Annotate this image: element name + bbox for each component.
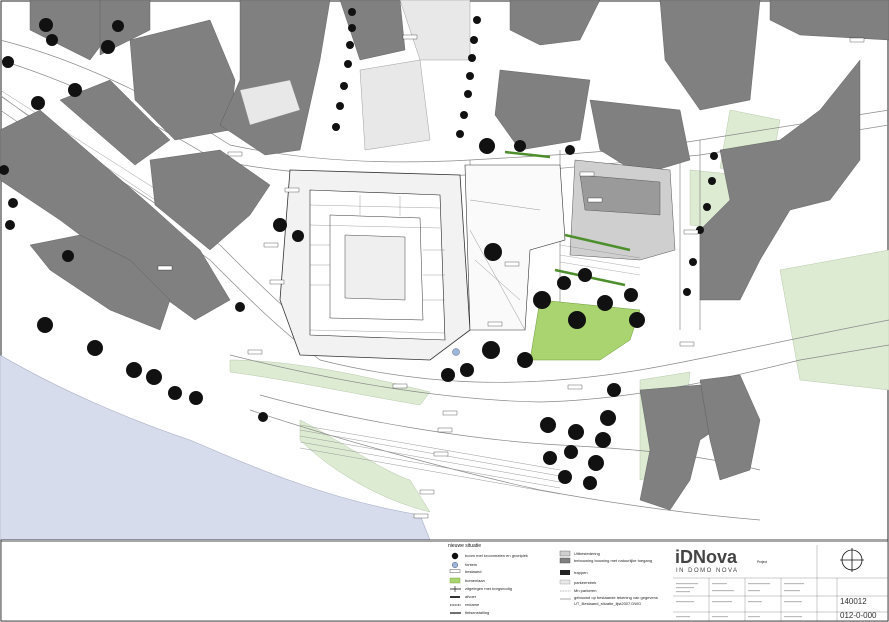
- site-map: nieuwe situatie boom met kroonmaten en g…: [0, 0, 889, 622]
- legend-label: bebouwing bouwing met natuurlijke toegan…: [574, 558, 652, 563]
- legend-tree-lane-icon: [449, 577, 461, 584]
- site-plan-sheet: nieuwe situatie boom met kroonmaten en g…: [0, 0, 889, 622]
- legend-label: Mn parkeren: [574, 588, 596, 593]
- legend-label: reclame: [465, 602, 480, 607]
- legend-drain-icon: [450, 596, 460, 598]
- legend-heading: nieuwe situatie: [448, 543, 481, 549]
- legend-fountain-icon: [452, 562, 459, 569]
- fountain: [452, 348, 460, 356]
- legend-label: parkeerstrek: [574, 580, 596, 585]
- legend-label: Uitbestedering: [574, 551, 600, 556]
- legend-label: bomenlaan: [465, 578, 485, 583]
- green-square: [529, 299, 641, 361]
- legend-label: fietsenstalling: [465, 610, 489, 615]
- legend-label: zitgelegen met borgsnodig: [465, 586, 512, 591]
- legend-label: fontein: [465, 562, 477, 567]
- project-number: 140012: [840, 597, 867, 606]
- drawing-number: 012-0-000: [840, 611, 877, 620]
- company-tagline: IN DOMO NOVA: [676, 568, 739, 574]
- legend-existing-icon: [449, 569, 461, 573]
- legend-label: trappen: [574, 570, 588, 575]
- title-small-label: Project: [757, 560, 767, 564]
- legend-label: afvoer: [465, 594, 477, 599]
- company-logo: iDNova: [675, 547, 738, 567]
- legend-tree-icon: [451, 552, 459, 560]
- legend-label: gebouwd op bestaande tekening van gegeve…: [574, 595, 658, 600]
- legend-label: UT_Bestaand_situatie_lijst2007.DWG: [574, 601, 641, 606]
- legend-label: boom met kroonmaten en groeiplek: [465, 553, 528, 558]
- title-block: nieuwe situatie boom met kroonmaten en g…: [0, 539, 889, 622]
- legend-label: bestaand: [465, 569, 481, 574]
